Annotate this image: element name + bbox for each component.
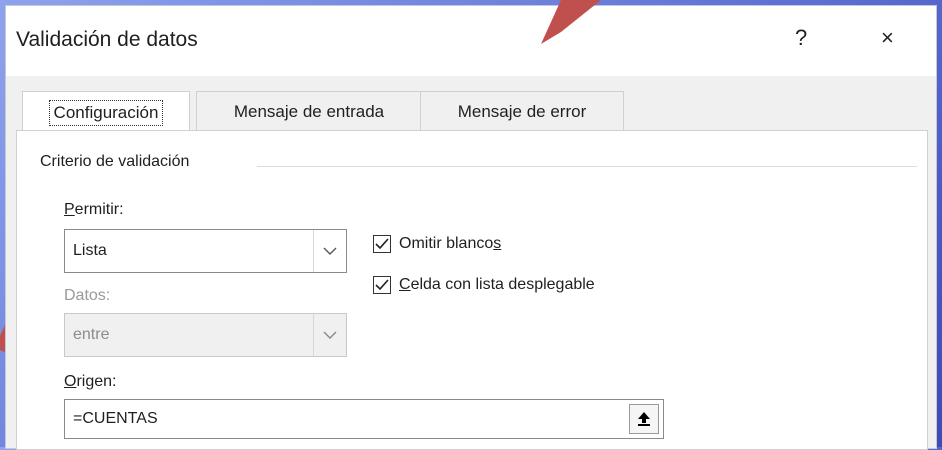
allow-select[interactable]: Lista xyxy=(64,229,347,273)
dialog-title: Validación de datos xyxy=(16,28,198,51)
close-button[interactable]: × xyxy=(881,26,894,50)
tab-strip: Configuración Mensaje de entrada Mensaje… xyxy=(6,91,936,133)
chevron-down-icon xyxy=(313,314,346,356)
data-select: entre xyxy=(64,313,347,357)
allow-value: Lista xyxy=(73,242,107,259)
label-text: rigen: xyxy=(76,373,117,390)
tab-mensaje-error[interactable]: Mensaje de error xyxy=(420,91,624,131)
help-button[interactable]: ? xyxy=(795,26,807,50)
source-input[interactable]: =CUENTAS xyxy=(64,399,664,439)
checkmark-icon[interactable] xyxy=(373,276,391,294)
ignore-blank-checkbox[interactable]: Omitir blancos xyxy=(373,235,501,253)
data-label: Datos: xyxy=(64,287,111,304)
group-title: Criterio de validación xyxy=(40,153,198,171)
tab-label: Mensaje de error xyxy=(457,101,587,121)
source-label: Origen: xyxy=(64,373,116,391)
in-cell-dropdown-label: Celda con lista desplegable xyxy=(399,276,595,293)
settings-panel: Criterio de validación Permitir: Lista D… xyxy=(16,130,928,450)
tab-configuracion[interactable]: Configuración xyxy=(22,91,190,133)
chevron-down-icon[interactable] xyxy=(313,230,346,272)
in-cell-dropdown-checkbox[interactable]: Celda con lista desplegable xyxy=(373,276,595,294)
group-divider xyxy=(257,166,917,167)
source-value: =CUENTAS xyxy=(73,410,158,427)
checkmark-icon[interactable] xyxy=(373,235,391,253)
hotkey-letter: P xyxy=(64,201,75,218)
data-validation-dialog: Validación de datos ? × Configuración Me… xyxy=(5,0,937,450)
data-value: entre xyxy=(73,326,110,343)
label-text: ermitir: xyxy=(74,201,124,218)
allow-label: Permitir: xyxy=(64,201,124,219)
tab-label: Mensaje de entrada xyxy=(233,101,385,121)
upload-arrow-icon[interactable] xyxy=(629,404,659,434)
tab-mensaje-entrada[interactable]: Mensaje de entrada xyxy=(196,91,422,131)
ignore-blank-label: Omitir blancos xyxy=(399,235,502,252)
hotkey-letter: O xyxy=(64,373,77,390)
title-bar: Validación de datos ? × xyxy=(6,6,936,76)
tab-label: Configuración xyxy=(48,99,164,126)
